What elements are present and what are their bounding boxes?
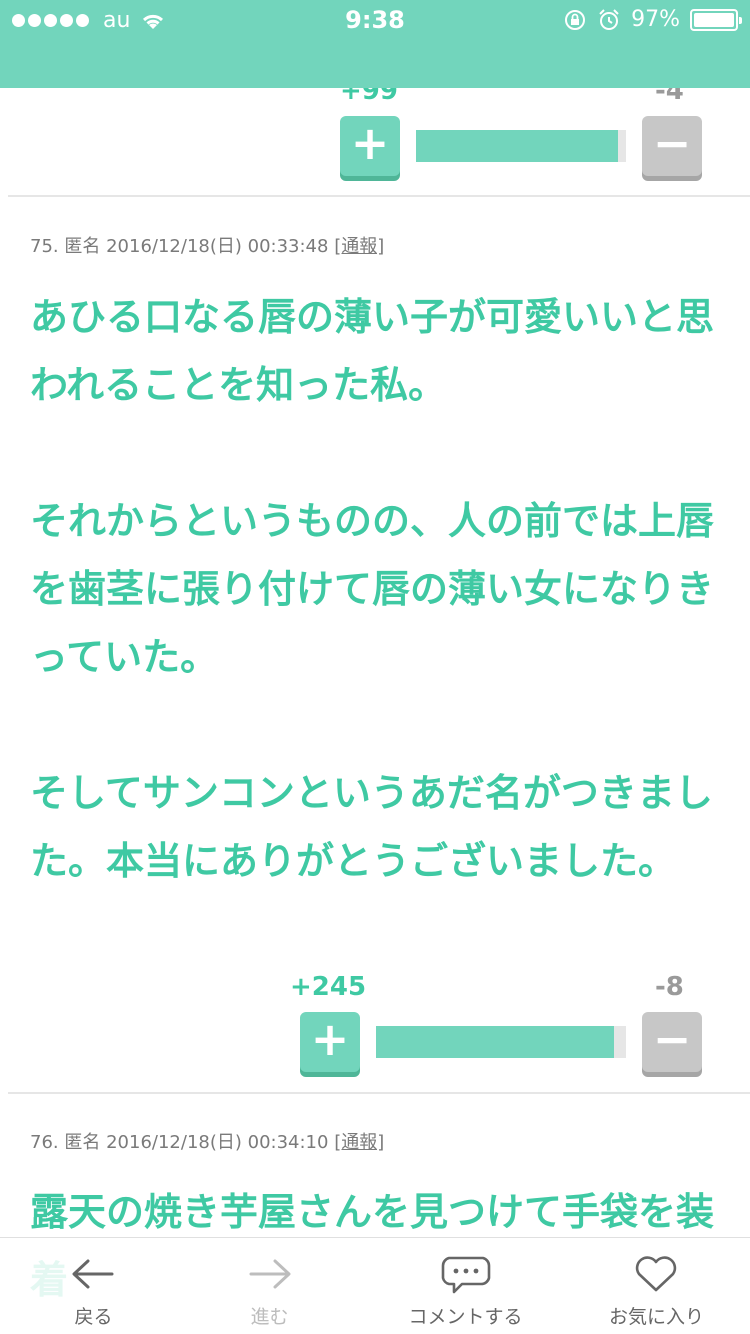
back-label: 戻る: [74, 1306, 113, 1328]
vote-ratio-fill: [376, 1026, 614, 1058]
divider: [8, 195, 750, 197]
arrow-right-icon: [249, 1259, 291, 1289]
report-link[interactable]: [通報]: [334, 1132, 384, 1153]
comment-label: コメントする: [408, 1306, 523, 1328]
plus-vote-button[interactable]: +: [340, 116, 400, 176]
comment-body: あひる口なる唇の薄い子が可愛いいと思われることを知った私。 それからというものの…: [30, 295, 715, 883]
report-link[interactable]: [通報]: [334, 236, 384, 257]
comment-meta: 75. 匿名 2016/12/18(日) 00:33:48 [通報]: [30, 232, 384, 258]
divider: [8, 1092, 750, 1094]
comment-author: 匿名: [64, 1132, 101, 1153]
heart-icon: [635, 1256, 677, 1292]
comment-meta: 76. 匿名 2016/12/18(日) 00:34:10 [通報]: [30, 1128, 384, 1154]
back-button[interactable]: 戻る: [0, 1238, 187, 1334]
minus-vote-button[interactable]: −: [642, 116, 702, 176]
vote-ratio-bar: [416, 130, 626, 162]
minus-vote-button[interactable]: −: [642, 1012, 702, 1072]
favorite-label: お気に入り: [608, 1306, 704, 1328]
arrow-left-icon: [72, 1259, 114, 1289]
comment-number: 75.: [30, 236, 59, 257]
comment-author: 匿名: [64, 236, 101, 257]
comment-datetime: 2016/12/18(日) 00:34:10: [106, 1132, 329, 1153]
orientation-lock-icon: [565, 9, 586, 30]
vote-ratio-fill: [416, 130, 618, 162]
battery-percent: 97%: [631, 7, 680, 32]
status-bar: au 9:38 97%: [0, 0, 750, 40]
vote-row: +245 -8 + −: [0, 972, 750, 1072]
comment-number: 76.: [30, 1132, 59, 1153]
favorite-button[interactable]: お気に入り: [563, 1238, 750, 1334]
alarm-icon: [599, 8, 619, 30]
vote-ratio-bar: [376, 1026, 626, 1058]
plus-vote-button[interactable]: +: [300, 1012, 360, 1072]
bottom-toolbar: 戻る 進む コメントする お気に入り: [0, 1237, 750, 1334]
forward-button[interactable]: 進む: [176, 1238, 363, 1334]
forward-label: 進む: [250, 1306, 289, 1328]
vote-row: +99 -4 + −: [0, 76, 750, 176]
comment-button[interactable]: コメントする: [372, 1238, 559, 1334]
minus-count: -8: [655, 972, 684, 1002]
battery-icon: [690, 8, 742, 31]
header: au 9:38 97%: [0, 0, 750, 88]
speech-bubble-icon: [441, 1256, 491, 1294]
plus-count: +245: [290, 972, 367, 1002]
comment-datetime: 2016/12/18(日) 00:33:48: [106, 236, 329, 257]
